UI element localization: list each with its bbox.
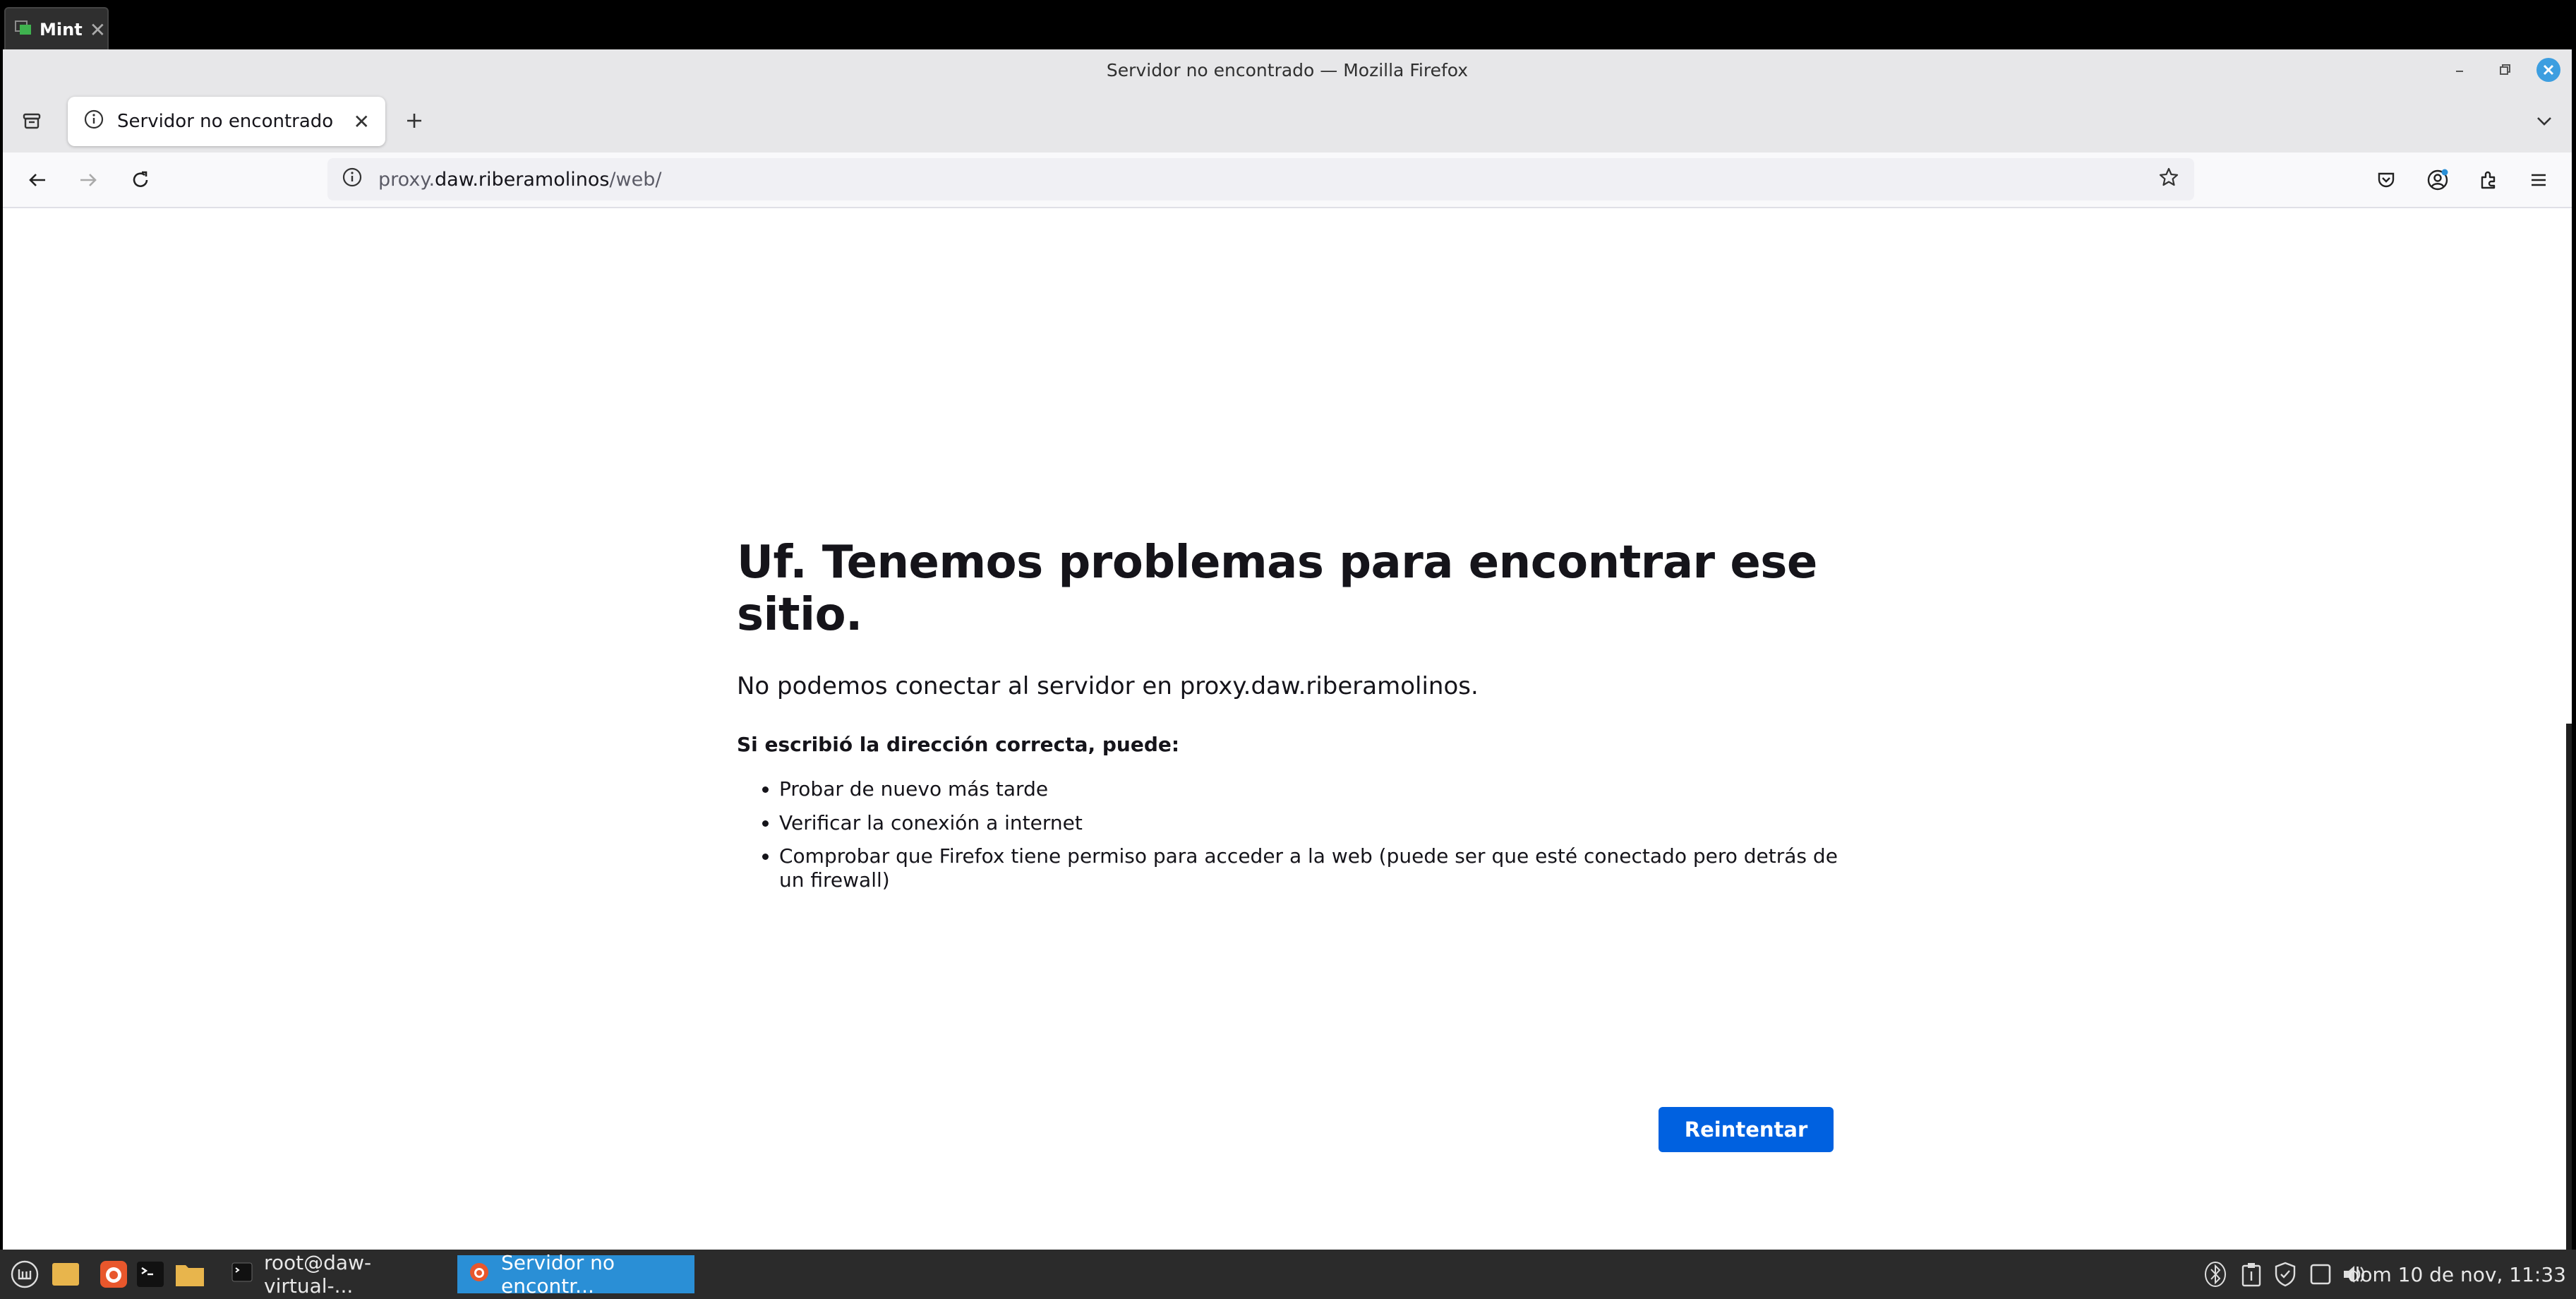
chevron-down-icon[interactable] (2527, 103, 2562, 138)
tab-label: Servidor no encontrado (117, 111, 334, 132)
list-item: Comprobar que Firefox tiene permiso para… (779, 844, 1838, 892)
extensions-icon[interactable] (2471, 162, 2506, 198)
bluetooth-icon[interactable] (2200, 1255, 2231, 1293)
minimize-button[interactable] (2446, 56, 2473, 83)
retry-button[interactable]: Reintentar (1659, 1107, 1834, 1152)
clipboard-icon[interactable] (2236, 1255, 2267, 1293)
list-item: Verificar la conexión a internet (779, 811, 1838, 835)
vm-tab-label: Mint (40, 20, 83, 40)
vm-tab-bar: Mint ✕ (0, 0, 2576, 51)
window-title: Servidor no encontrado — Mozilla Firefox (1106, 59, 1469, 80)
title-bar: Servidor no encontrado — Mozilla Firefox (3, 49, 2572, 90)
task-terminal[interactable]: root@daw-virtual-... (220, 1251, 445, 1298)
info-icon (83, 109, 104, 135)
list-item: Probar de nuevo más tarde (779, 777, 1838, 801)
clock[interactable]: dom 10 de nov, 11:33 (2348, 1255, 2566, 1293)
menu-icon[interactable] (2521, 162, 2556, 198)
url-host: daw.riberamolinos (435, 168, 610, 191)
url-prefix: proxy. (378, 168, 435, 191)
terminal-icon[interactable] (131, 1255, 169, 1293)
forward-icon[interactable] (71, 162, 106, 198)
new-tab-icon[interactable] (397, 103, 432, 138)
vm-icon (14, 19, 32, 40)
back-icon[interactable] (20, 162, 55, 198)
error-subtitle: Si escribió la dirección correcta, puede… (737, 733, 1180, 756)
error-intro: No podemos conectar al servidor en proxy… (737, 672, 1479, 700)
task-label: root@daw-virtual-... (264, 1251, 372, 1298)
folder-icon[interactable] (47, 1255, 85, 1293)
close-window-button[interactable] (2535, 56, 2562, 83)
url-text[interactable]: proxy.daw.riberamolinos/web/ (378, 169, 661, 191)
task-firefox[interactable]: Servidor no encontr... (457, 1251, 694, 1298)
navigation-toolbar: proxy.daw.riberamolinos/web/ (3, 152, 2572, 208)
suggestion-list: Probar de nuevo más tarde Verificar la c… (737, 777, 1838, 892)
error-title: Uf. Tenemos problemas para encontrar ese… (737, 537, 1817, 641)
site-info-icon[interactable] (342, 167, 363, 193)
vm-tab-close-icon[interactable]: ✕ (90, 18, 106, 42)
file-manager-icon[interactable] (171, 1255, 209, 1293)
tab-active[interactable]: Servidor no encontrado ✕ (68, 97, 385, 146)
terminal-task-icon (231, 1262, 253, 1288)
tab-strip: Servidor no encontrado ✕ (3, 90, 2572, 152)
firefox-launcher-icon[interactable] (95, 1255, 133, 1293)
bookmark-star-icon[interactable] (2157, 166, 2180, 193)
url-bar[interactable]: proxy.daw.riberamolinos/web/ (327, 158, 2194, 200)
firefox-task-icon (469, 1262, 490, 1288)
mint-menu-icon[interactable] (6, 1255, 44, 1293)
restore-button[interactable] (2491, 56, 2518, 83)
url-path: /web/ (609, 168, 662, 191)
taskbar: root@daw-virtual-... Servidor no encontr… (0, 1250, 2576, 1299)
reload-icon[interactable] (123, 162, 158, 198)
window-edge (2566, 724, 2572, 1250)
page-content: Uf. Tenemos problemas para encontrar ese… (3, 208, 2572, 1250)
firefox-window: Servidor no encontrado — Mozilla Firefox… (3, 49, 2572, 1250)
error-container: Uf. Tenemos problemas para encontrar ese… (737, 537, 1838, 1152)
vm-tab[interactable]: Mint ✕ (4, 7, 109, 51)
task-label: Servidor no encontr... (501, 1251, 615, 1298)
shield-icon[interactable] (2270, 1255, 2301, 1293)
tab-close-icon[interactable]: ✕ (354, 110, 370, 133)
pocket-icon[interactable] (2369, 162, 2404, 198)
network-icon[interactable] (2305, 1255, 2336, 1293)
account-icon[interactable] (2420, 162, 2455, 198)
tab-list-icon[interactable] (14, 103, 49, 138)
